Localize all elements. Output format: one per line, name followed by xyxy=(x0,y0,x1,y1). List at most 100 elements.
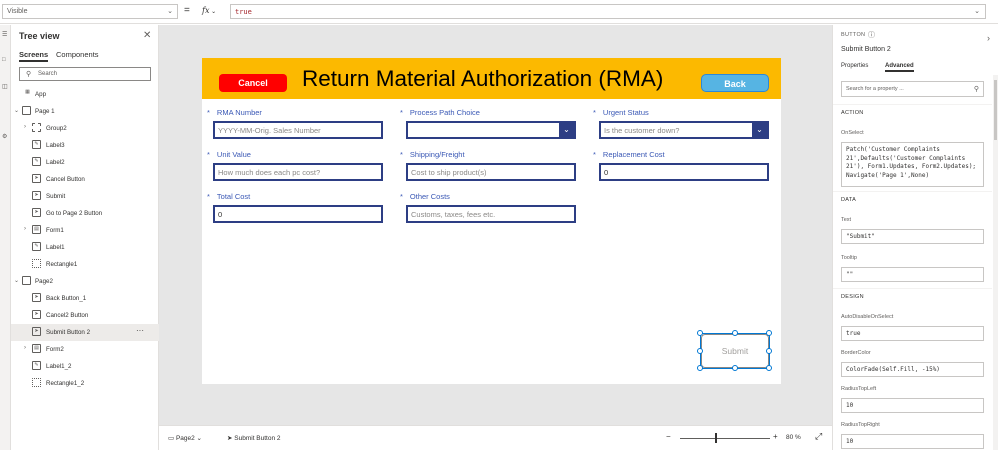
expand-formula-icon[interactable]: ⌄ xyxy=(974,7,980,15)
resize-handle[interactable] xyxy=(732,365,738,371)
property-search-input[interactable]: Search for a property ... ⚲ xyxy=(841,81,984,97)
required-icon: * xyxy=(593,108,596,117)
other-costs-input[interactable]: Customs, taxes, fees etc. xyxy=(406,205,576,223)
tree-item-form1[interactable]: › ▤ Form1 xyxy=(11,222,159,239)
process-path-dropdown[interactable]: ⌄ xyxy=(406,121,576,139)
chevron-right-icon[interactable]: › xyxy=(24,124,26,130)
tree-search-input[interactable]: ⚲ Search xyxy=(19,67,151,81)
chevron-down-icon[interactable]: ⌄ xyxy=(559,123,574,137)
button-icon: ➤ xyxy=(32,293,41,302)
zoom-out-icon[interactable]: − xyxy=(666,432,671,441)
text-formula[interactable]: "Submit" xyxy=(841,229,984,244)
help-icon[interactable]: ⓘ xyxy=(868,30,875,40)
button-icon: ➤ xyxy=(32,174,41,183)
radiustopleft-label: RadiusTopLeft xyxy=(841,386,877,392)
tree-item-label: Page2 xyxy=(35,278,53,285)
zoom-slider[interactable] xyxy=(680,438,770,439)
media-icon[interactable]: ⚙ xyxy=(2,133,9,140)
resize-handle[interactable] xyxy=(697,330,703,336)
tab-advanced[interactable]: Advanced xyxy=(885,63,914,72)
shipping-freight-input[interactable]: Cost to ship product(s) xyxy=(406,163,576,181)
tree-item-rectangle1[interactable]: Rectangle1 xyxy=(11,256,159,273)
radiustopleft-formula[interactable]: 10 xyxy=(841,398,984,413)
zoom-unit: % xyxy=(795,434,801,441)
tree-item-label: Form2 xyxy=(46,346,64,353)
field-label-text: RMA Number xyxy=(216,108,262,117)
button-icon: ➤ xyxy=(32,191,41,200)
tab-screens[interactable]: Screens xyxy=(19,50,49,62)
resize-handle[interactable] xyxy=(766,330,772,336)
chevron-down-icon[interactable]: ⌄ xyxy=(752,123,767,137)
button-icon: ➤ xyxy=(32,310,41,319)
tree-item-cancel2-button[interactable]: ➤ Cancel2 Button xyxy=(11,307,159,324)
rma-number-input[interactable]: YYYY-MM-Orig. Sales Number xyxy=(213,121,383,139)
radiustopright-formula[interactable]: 10 xyxy=(841,434,984,449)
tab-properties[interactable]: Properties xyxy=(841,63,868,69)
tree-item-group2[interactable]: › Group2 xyxy=(11,120,159,137)
unit-value-input[interactable]: How much does each pc cost? xyxy=(213,163,383,181)
tab-components[interactable]: Components xyxy=(56,50,99,59)
resize-handle[interactable] xyxy=(697,348,703,354)
urgent-status-dropdown[interactable]: Is the customer down? ⌄ xyxy=(599,121,769,139)
data-icon[interactable]: ◫ xyxy=(2,83,9,90)
zoom-slider-thumb[interactable] xyxy=(715,433,717,443)
tooltip-formula[interactable]: "" xyxy=(841,267,984,282)
more-options-icon[interactable]: ··· xyxy=(136,326,144,335)
field-label-text: Shipping/Freight xyxy=(409,150,465,159)
field-label-urgent-status: * Urgent Status xyxy=(593,108,649,117)
tree-item-submit[interactable]: ➤ Submit xyxy=(11,188,159,205)
tree-item-submit-button-2[interactable]: ➤ Submit Button 2 ··· xyxy=(11,324,159,341)
resize-handle[interactable] xyxy=(697,365,703,371)
fit-to-window-icon[interactable]: ⤢ xyxy=(815,431,822,442)
screen-selector[interactable]: ▭ Page2 ⌄ xyxy=(168,434,202,442)
tree-item-label3[interactable]: ✎ Label3 xyxy=(11,137,159,154)
canvas-area: Cancel Return Material Authorization (RM… xyxy=(159,25,832,425)
tree-item-back-button-1[interactable]: ➤ Back Button_1 xyxy=(11,290,159,307)
field-label-text: Total Cost xyxy=(216,192,251,201)
back-button[interactable]: Back xyxy=(701,74,769,92)
chevron-right-icon[interactable]: › xyxy=(24,345,26,351)
close-icon[interactable]: ✕ xyxy=(143,30,151,41)
fx-button[interactable]: fx ⌄ xyxy=(202,4,226,19)
zoom-in-icon[interactable]: + xyxy=(773,432,778,441)
tree-item-label2[interactable]: ✎ Label2 xyxy=(11,154,159,171)
zoom-value: 80 % xyxy=(786,434,801,441)
chevron-down-icon: ⌄ xyxy=(167,8,173,15)
replacement-cost-input[interactable]: 0 xyxy=(599,163,769,181)
tree-item-rectangle1-2[interactable]: Rectangle1_2 xyxy=(11,375,159,392)
tree-item-page2[interactable]: ⌄ Page2 xyxy=(11,273,159,290)
property-dropdown[interactable]: Visible ⌄ xyxy=(2,4,178,19)
tree-item-label1[interactable]: ✎ Label1 xyxy=(11,239,159,256)
section-title-data: DATA xyxy=(841,197,857,203)
resize-handle[interactable] xyxy=(766,348,772,354)
resize-handle[interactable] xyxy=(732,330,738,336)
tree-item-app[interactable]: ▦ App xyxy=(11,86,159,103)
field-label-text: Other Costs xyxy=(409,192,450,201)
tree-item-cancel-button[interactable]: ➤ Cancel Button xyxy=(11,171,159,188)
cancel-button[interactable]: Cancel xyxy=(219,74,287,92)
tree-item-label1-2[interactable]: ✎ Label1_2 xyxy=(11,358,159,375)
data-section: DATA Text "Submit" Tooltip "" xyxy=(833,192,992,288)
insert-icon[interactable]: □ xyxy=(2,57,9,64)
formula-input[interactable]: true ⌄ xyxy=(230,4,986,19)
total-cost-input[interactable]: 0 xyxy=(213,205,383,223)
autodisable-formula[interactable]: true xyxy=(841,326,984,341)
tree-item-label: Form1 xyxy=(46,227,64,234)
control-selector[interactable]: ➤ Submit Button 2 xyxy=(227,434,281,442)
tree-view-icon[interactable]: ☰ xyxy=(2,31,9,38)
bordercolor-formula[interactable]: ColorFade(Self.Fill, -15%) xyxy=(841,362,984,377)
chevron-right-icon[interactable]: › xyxy=(987,33,990,43)
resize-handle[interactable] xyxy=(766,365,772,371)
tree-item-page1[interactable]: ⌄ Page 1 xyxy=(11,103,159,120)
tree-item-go-to-page2-button[interactable]: ➤ Go to Page 2 Button xyxy=(11,205,159,222)
chevron-right-icon[interactable]: › xyxy=(24,226,26,232)
text-label: Text xyxy=(841,217,852,223)
screen-name: Page2 xyxy=(175,435,195,442)
chevron-down-icon[interactable]: ⌄ xyxy=(14,107,19,114)
scrollbar-thumb[interactable] xyxy=(994,80,997,140)
tree-view-title: Tree view xyxy=(19,31,60,41)
field-label-total-cost: * Total Cost xyxy=(207,192,250,201)
tree-item-form2[interactable]: › ▤ Form2 xyxy=(11,341,159,358)
chevron-down-icon[interactable]: ⌄ xyxy=(14,277,19,284)
onselect-formula[interactable]: Patch('Customer Complaints 21',Defaults(… xyxy=(841,142,984,187)
